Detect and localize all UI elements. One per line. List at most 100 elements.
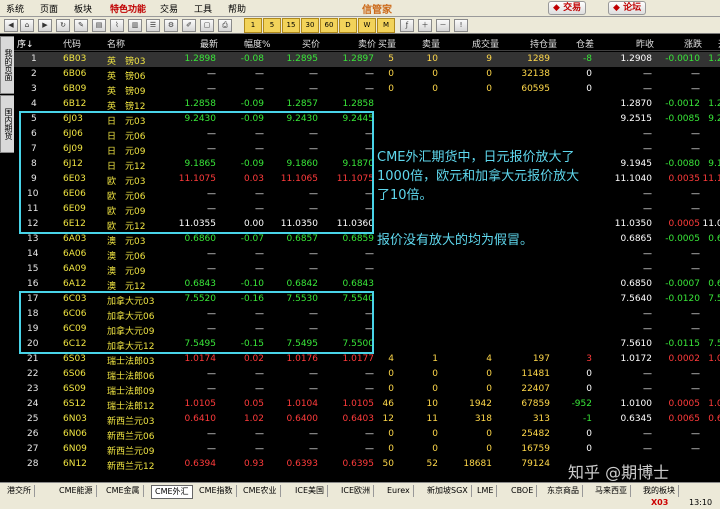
period-5[interactable]: 5 [263, 18, 281, 33]
col-volume[interactable]: 成交量 [472, 37, 499, 50]
cell-open-interest: 1289 [527, 54, 550, 64]
forum-button[interactable]: ◆ 论坛 [608, 1, 646, 15]
watermark: 知乎 @期博士 [568, 459, 669, 483]
cell-net-change: — [691, 69, 700, 79]
table-row[interactable]: 226S06瑞士法郎06————000114810——— [14, 367, 720, 382]
cell-oi-change: 0 [586, 369, 592, 379]
print-icon[interactable]: ⎙ [218, 19, 232, 32]
cell-oi-change: 0 [586, 84, 592, 94]
col-code[interactable]: 代码 [63, 37, 81, 50]
table-header: 序↓代码名称最新幅度%买价卖价买量卖量成交量持仓量仓差昨收涨跌开盘 [14, 34, 720, 51]
tab-ice-eu[interactable]: ICE欧洲 [338, 485, 374, 497]
col-ask[interactable]: 卖价 [358, 37, 376, 50]
screen-icon[interactable]: ▢ [200, 19, 214, 32]
tab-cboe[interactable]: CBOE [508, 485, 537, 497]
table-row[interactable]: 166A12澳 元120.6843-0.100.68420.68430.6850… [14, 277, 720, 292]
trade-button[interactable]: ◆ 交易 [548, 1, 586, 15]
table-row[interactable]: 236S09瑞士法郎09————000224070——— [14, 382, 720, 397]
cell-open-interest: 67859 [521, 399, 550, 409]
table-row[interactable]: 136A03澳 元030.6860-0.070.68570.68590.6865… [14, 232, 720, 247]
tab-cme-metals[interactable]: CME金属 [103, 485, 144, 497]
period-week[interactable]: W [358, 18, 376, 33]
home-icon[interactable]: ⌂ [20, 19, 34, 32]
tab-cme-fx[interactable]: CME外汇 [151, 485, 193, 499]
period-1[interactable]: 1 [244, 18, 262, 33]
alert-icon[interactable]: ! [454, 19, 468, 32]
col-last[interactable]: 最新 [200, 37, 218, 50]
bottom-tab-bar: 港交所 CME能源 CME金属 CME外汇CME指数CME农业 ICE美国 ICE欧洲 Eu… [0, 482, 720, 509]
period-60[interactable]: 60 [320, 18, 338, 33]
tab-ice-us[interactable]: ICE美国 [292, 485, 328, 497]
table-row[interactable]: 16B03英 镑031.2898-0.081.28951.28975109128… [14, 52, 720, 67]
col-name[interactable]: 名称 [107, 37, 125, 50]
minute-chart-icon[interactable]: ⌇ [110, 19, 124, 32]
cell-oi-change: 0 [586, 384, 592, 394]
table-row[interactable]: 46B12英 镑121.2858-0.091.28571.28581.2870-… [14, 97, 720, 112]
period-15[interactable]: 15 [282, 18, 300, 33]
zoom-in-icon[interactable]: ＋ [418, 19, 432, 32]
cell-code: 6A03 [63, 234, 86, 244]
menu-trade[interactable]: 交易 [160, 2, 178, 15]
zoom-out-icon[interactable]: － [436, 19, 450, 32]
kline-icon[interactable]: ▥ [128, 19, 142, 32]
table-row[interactable]: 276N09新西兰元09————000167590——— [14, 442, 720, 457]
table-row[interactable]: 246S12瑞士法郎121.01050.051.01041.0105461019… [14, 397, 720, 412]
cell-oi-change: 0 [586, 444, 592, 454]
cell-bid: 0.6393 [287, 459, 319, 469]
table-row[interactable]: 216S03瑞士法郎031.01740.021.01761.0177414197… [14, 352, 720, 367]
col-change-pct[interactable]: 幅度% [244, 37, 271, 50]
chart-icon[interactable]: ▤ [92, 19, 106, 32]
menu-bar: 系统 页面 板块 特色功能 交易 工具 帮助 信管家 ◆ 交易 ◆ 论坛 [0, 0, 720, 17]
side-tab-domestic[interactable]: 国内期货 [0, 95, 15, 153]
period-day[interactable]: D [339, 18, 357, 33]
col-net-change[interactable]: 涨跌 [684, 37, 702, 50]
settings-icon[interactable]: ⚙ [164, 19, 178, 32]
table-row[interactable]: 256N03新西兰元030.64101.020.64000.6403121131… [14, 412, 720, 427]
news-icon[interactable]: ✎ [74, 19, 88, 32]
indicator-icon[interactable]: ƒ [400, 19, 414, 32]
refresh-icon[interactable]: ↻ [56, 19, 70, 32]
cell-open-interest: 16759 [521, 444, 550, 454]
col-oi-change[interactable]: 仓差 [576, 37, 594, 50]
period-month[interactable]: M [377, 18, 395, 33]
col-prev-close[interactable]: 昨收 [636, 37, 654, 50]
tab-sgx[interactable]: 新加坡SGX [424, 485, 472, 497]
col-index[interactable]: 序↓ [17, 37, 34, 50]
table-row[interactable]: 26B06英 镑06————000321380——— [14, 67, 720, 82]
forward-icon[interactable]: ▶ [38, 19, 52, 32]
menu-sector[interactable]: 板块 [74, 2, 92, 15]
list-icon[interactable]: ☰ [146, 19, 160, 32]
table-row[interactable]: 266N06新西兰元06————000254820——— [14, 427, 720, 442]
col-ask-vol[interactable]: 卖量 [422, 37, 440, 50]
col-bid[interactable]: 买价 [302, 37, 320, 50]
tab-my-sector[interactable]: 我的板块 [640, 485, 679, 497]
cell-bid: 0.6842 [287, 279, 319, 289]
cell-change-pct: — [255, 249, 264, 259]
menu-special[interactable]: 特色功能 [110, 2, 146, 15]
cell-ask-vol: 52 [427, 459, 438, 469]
annotation-text-1: CME外汇期货中，日元报价放大了1000倍，欧元和加拿大元报价放大了10倍。 [377, 148, 592, 205]
period-30[interactable]: 30 [301, 18, 319, 33]
tab-cme-index[interactable]: CME指数 [196, 485, 237, 497]
col-open-interest[interactable]: 持仓量 [530, 37, 557, 50]
table-row[interactable]: 146A06澳 元06——————— [14, 247, 720, 262]
table-row[interactable]: 36B09英 镑09————000605950——— [14, 82, 720, 97]
side-tab-home[interactable]: 我的页面 [0, 36, 15, 94]
draw-icon[interactable]: ✐ [182, 19, 196, 32]
menu-system[interactable]: 系统 [6, 2, 24, 15]
cell-prev-close: 1.2870 [621, 99, 653, 109]
col-bid-vol[interactable]: 买量 [378, 37, 396, 50]
tab-lme[interactable]: LME [474, 485, 497, 497]
tab-eurex[interactable]: Eurex [384, 485, 414, 497]
tab-cme-energy[interactable]: CME能源 [56, 485, 97, 497]
tab-cme-agri[interactable]: CME农业 [240, 485, 281, 497]
menu-tools[interactable]: 工具 [194, 2, 212, 15]
menu-page[interactable]: 页面 [40, 2, 58, 15]
back-icon[interactable]: ◀ [4, 19, 18, 32]
tab-malaysia[interactable]: 马来西亚 [592, 485, 631, 497]
menu-help[interactable]: 帮助 [228, 2, 246, 15]
table-row[interactable]: 156A09澳 元09——————— [14, 262, 720, 277]
cell-last: — [207, 444, 216, 454]
tab-tocom[interactable]: 东京商品 [544, 485, 583, 497]
tab-hkex[interactable]: 港交所 [4, 485, 35, 497]
